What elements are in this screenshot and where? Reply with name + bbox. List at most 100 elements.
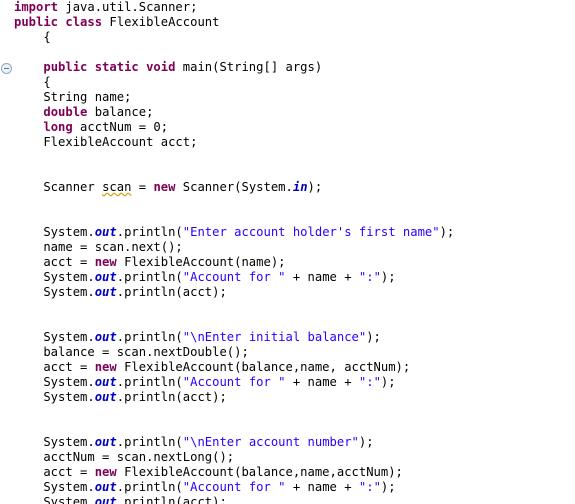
code-token-pl: balance; [87, 105, 154, 119]
code-token-pl: .println(acct); [116, 495, 227, 504]
code-line[interactable]: { [14, 75, 575, 90]
code-line[interactable]: System.out.println("Account for " + name… [14, 270, 575, 285]
code-line[interactable] [14, 45, 575, 60]
code-line[interactable]: name = scan.next(); [14, 240, 575, 255]
code-token-fld: in [292, 180, 308, 194]
code-line[interactable]: double balance; [14, 105, 575, 120]
code-token-pl: + name + [285, 375, 359, 389]
code-token-pl: { [14, 75, 51, 89]
code-line[interactable]: public static void main(String[] args) [14, 60, 575, 75]
code-token-pl: .println(acct); [116, 390, 227, 404]
code-token-pl: acctNum = scan.nextLong(); [14, 450, 235, 464]
code-token-pl: System. [14, 495, 95, 504]
code-line[interactable] [14, 405, 575, 420]
code-line[interactable]: Scanner scan = new Scanner(System.in); [14, 180, 575, 195]
code-line[interactable]: System.out.println("Enter account holder… [14, 225, 575, 240]
code-token-pl: .println( [116, 270, 183, 284]
code-token-pl: ); [380, 270, 396, 284]
code-text-area[interactable]: import java.util.Scanner; public class Fl… [14, 0, 575, 504]
code-token-pl: ); [380, 480, 396, 494]
code-token-pl: balance = scan.nextDouble(); [14, 345, 249, 359]
code-token-pl: main(String[] args) [175, 60, 323, 74]
code-token-pl: + name + [285, 480, 359, 494]
code-token-pl: System. [14, 330, 95, 344]
code-token-warn: scan [102, 180, 132, 194]
code-line[interactable]: long acctNum = 0; [14, 120, 575, 135]
code-line[interactable]: acct = new FlexibleAccount(name); [14, 255, 575, 270]
code-line[interactable]: { [14, 30, 575, 45]
code-token-str: "Account for " [182, 270, 286, 284]
code-token-pl: .println( [116, 330, 183, 344]
code-line[interactable]: System.out.println("Account for " + name… [14, 375, 575, 390]
code-token-pl: FlexibleAccount acct; [14, 135, 198, 149]
code-token-pl: System. [14, 270, 95, 284]
code-token-pl: FlexibleAccount(name); [116, 255, 286, 269]
code-line[interactable]: FlexibleAccount acct; [14, 135, 575, 150]
code-line[interactable]: acct = new FlexibleAccount(balance,name,… [14, 360, 575, 375]
code-token-pl: String name; [14, 90, 132, 104]
code-line[interactable]: acct = new FlexibleAccount(balance,name,… [14, 465, 575, 480]
code-line[interactable] [14, 210, 575, 225]
code-line[interactable]: System.out.println(acct); [14, 390, 575, 405]
code-token-pl: System. [14, 480, 95, 494]
code-line[interactable]: System.out.println("\nEnter account numb… [14, 435, 575, 450]
code-token-pl: { [14, 30, 51, 44]
code-token-pl: System. [14, 285, 95, 299]
code-token-str: "Account for " [182, 480, 286, 494]
code-token-str: "Account for " [182, 375, 286, 389]
code-line[interactable]: import java.util.Scanner; [14, 0, 575, 15]
code-line[interactable]: System.out.println("Account for " + name… [14, 480, 575, 495]
code-token-pl: acctNum = 0; [72, 120, 169, 134]
fold-collapse-icon[interactable] [1, 63, 12, 74]
code-token-pl: ); [439, 225, 455, 239]
code-token-pl: FlexibleAccount(balance,name,acctNum); [116, 465, 403, 479]
code-token-kw: new [94, 255, 117, 269]
code-token-fld: out [94, 330, 117, 344]
code-token-pl: ); [358, 435, 374, 449]
code-line[interactable] [14, 150, 575, 165]
code-token-pl: Scanner [14, 180, 103, 194]
code-line[interactable]: balance = scan.nextDouble(); [14, 345, 575, 360]
code-token-fld: out [94, 435, 117, 449]
code-token-str: "\nEnter initial balance" [182, 330, 367, 344]
code-token-pl: = [131, 180, 154, 194]
code-token-pl: ); [307, 180, 323, 194]
code-token-pl: FlexibleAccount(balance,name, acctNum); [116, 360, 411, 374]
code-token-fld: out [94, 225, 117, 239]
code-token-pl: Scanner(System. [175, 180, 293, 194]
code-token-pl: System. [14, 375, 95, 389]
code-token-fld: out [94, 390, 117, 404]
code-token-kw: public static void [43, 60, 176, 74]
folding-gutter[interactable] [0, 0, 14, 504]
code-line[interactable] [14, 165, 575, 180]
code-token-str: "Enter account holder's first name" [182, 225, 440, 239]
code-line[interactable] [14, 195, 575, 210]
code-token-kw: double [43, 105, 88, 119]
code-token-kw: import [14, 0, 59, 14]
code-line[interactable]: String name; [14, 90, 575, 105]
code-line[interactable] [14, 300, 575, 315]
code-token-fld: out [94, 480, 117, 494]
code-line[interactable]: System.out.println("\nEnter initial bala… [14, 330, 575, 345]
code-token-fld: out [94, 495, 117, 504]
code-token-str: ":" [358, 270, 381, 284]
code-token-pl: + name + [285, 270, 359, 284]
code-token-pl: .println(acct); [116, 285, 227, 299]
code-line[interactable]: System.out.println(acct); [14, 495, 575, 504]
code-token-pl: ); [380, 375, 396, 389]
code-token-pl: System. [14, 390, 95, 404]
code-line[interactable]: public class FlexibleAccount [14, 15, 575, 30]
code-token-kw: new [94, 360, 117, 374]
code-token-str: ":" [358, 375, 381, 389]
code-token-fld: out [94, 270, 117, 284]
code-editor[interactable]: import java.util.Scanner; public class Fl… [0, 0, 575, 504]
code-token-pl: System. [14, 435, 95, 449]
code-line[interactable] [14, 315, 575, 330]
code-line[interactable] [14, 420, 575, 435]
code-line[interactable]: acctNum = scan.nextLong(); [14, 450, 575, 465]
code-token-pl: acct = [14, 360, 95, 374]
code-token-pl: acct = [14, 255, 95, 269]
code-token-fld: out [94, 375, 117, 389]
code-line[interactable]: System.out.println(acct); [14, 285, 575, 300]
code-token-str: ":" [358, 480, 381, 494]
